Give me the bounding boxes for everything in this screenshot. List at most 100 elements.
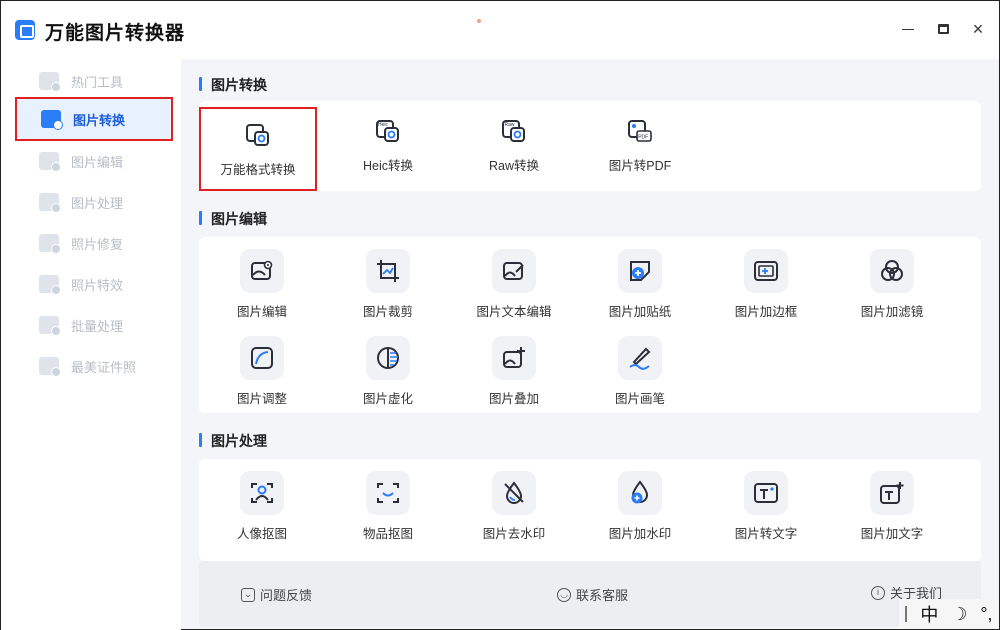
raw-convert-icon: Raw bbox=[498, 115, 530, 147]
sidebar-item-label: 图片转换 bbox=[73, 112, 126, 128]
tool-label: 图片转文字 bbox=[734, 527, 798, 541]
universal-convert-icon bbox=[242, 119, 274, 151]
tool-filter[interactable]: 图片加滤镜 bbox=[829, 249, 955, 329]
image-edit-icon bbox=[39, 152, 61, 172]
remove-watermark-icon bbox=[492, 471, 536, 515]
tool-text-edit[interactable]: 图片文本编辑 bbox=[451, 249, 577, 329]
sidebar-item-image-convert[interactable]: 图片转换 bbox=[15, 97, 173, 141]
id-photo-icon bbox=[39, 357, 61, 377]
sidebar-item-label: 照片特效 bbox=[71, 277, 124, 293]
svg-text:PDF: PDF bbox=[638, 135, 648, 141]
tool-portrait-cutout[interactable]: 人像抠图 bbox=[199, 471, 325, 551]
moon-icon[interactable]: ☽ bbox=[951, 604, 967, 625]
tool-label: 图片画笔 bbox=[614, 392, 665, 406]
support-icon: ◡ bbox=[557, 587, 571, 602]
tool-image-to-pdf[interactable]: PDF 图片转PDF bbox=[577, 115, 703, 195]
heic-convert-icon: Heic bbox=[372, 115, 404, 147]
decorative-dot bbox=[477, 19, 481, 23]
title-bar: 万能图片转换器 × bbox=[1, 1, 1000, 59]
sidebar-item-photo-effects[interactable]: 照片特效 bbox=[15, 262, 173, 306]
tool-sticker[interactable]: 图片加贴纸 bbox=[577, 249, 703, 329]
sidebar-item-id-photo[interactable]: 最美证件照 bbox=[15, 344, 173, 388]
support-link[interactable]: ◡ 联系客服 bbox=[557, 585, 628, 604]
photo-effect-icon bbox=[39, 275, 61, 295]
tool-overlay[interactable]: 图片叠加 bbox=[451, 336, 577, 416]
ime-language-toggle[interactable]: 中 bbox=[920, 601, 938, 627]
sidebar-item-batch[interactable]: 批量处理 bbox=[15, 303, 173, 347]
tool-label: 图片文本编辑 bbox=[476, 305, 552, 319]
app-title: 万能图片转换器 bbox=[45, 23, 186, 44]
footer-bar: ⌄ 问题反馈 ◡ 联系客服 i 关于我们 bbox=[199, 561, 981, 627]
blur-icon bbox=[366, 336, 410, 380]
ime-handle[interactable] bbox=[905, 606, 908, 622]
feedback-link[interactable]: ⌄ 问题反馈 bbox=[241, 585, 312, 604]
svg-text:Heic: Heic bbox=[378, 122, 389, 128]
tool-universal-convert[interactable]: 万能格式转换 bbox=[199, 107, 317, 191]
tool-label: 图片叠加 bbox=[488, 392, 539, 406]
svg-text:Raw: Raw bbox=[505, 122, 515, 128]
sidebar-item-label: 图片编辑 bbox=[71, 154, 124, 170]
tool-add-text[interactable]: 图片加文字 bbox=[829, 471, 955, 551]
process-card: 人像抠图 物品抠图 图片去水印 图片加水印 图片转文字 图片加文字 bbox=[199, 459, 981, 561]
minimize-icon bbox=[902, 29, 914, 30]
tool-border[interactable]: 图片加边框 bbox=[703, 249, 829, 329]
tool-label: 人像抠图 bbox=[236, 527, 287, 541]
tool-label: 物品抠图 bbox=[362, 527, 413, 541]
sidebar-item-image-process[interactable]: 图片处理 bbox=[15, 180, 173, 224]
grid-icon bbox=[39, 72, 61, 92]
tool-adjust[interactable]: 图片调整 bbox=[199, 336, 325, 416]
convert-card: 万能格式转换 Heic Heic转换 Raw Raw转换 PDF 图片转PDF bbox=[199, 101, 981, 191]
sidebar-item-label: 最美证件照 bbox=[71, 359, 137, 375]
edit-card: 图片编辑 图片裁剪 图片文本编辑 图片加贴纸 图片加边框 图片加滤镜 图片调整 … bbox=[199, 237, 981, 413]
tool-remove-watermark[interactable]: 图片去水印 bbox=[451, 471, 577, 551]
tool-label: 图片加边框 bbox=[734, 305, 798, 319]
tool-image-to-text[interactable]: 图片转文字 bbox=[703, 471, 829, 551]
tool-heic-convert[interactable]: Heic Heic转换 bbox=[325, 115, 451, 195]
support-label: 联系客服 bbox=[576, 588, 629, 603]
section-title-process: 图片处理 bbox=[199, 431, 267, 451]
maximize-button[interactable] bbox=[931, 19, 955, 39]
minimize-button[interactable] bbox=[896, 19, 920, 39]
ime-toolbar: 中 ☽ °, bbox=[899, 599, 999, 629]
tool-object-cutout[interactable]: 物品抠图 bbox=[325, 471, 451, 551]
portrait-cutout-icon bbox=[240, 471, 284, 515]
sidebar-item-label: 图片处理 bbox=[71, 195, 124, 211]
tool-add-watermark[interactable]: 图片加水印 bbox=[577, 471, 703, 551]
sidebar-item-label: 批量处理 bbox=[71, 318, 124, 334]
main-panel: 图片转换 万能格式转换 Heic Heic转换 Raw Raw转换 PDF 图片… bbox=[181, 59, 999, 629]
filter-icon bbox=[870, 249, 914, 293]
app-logo-icon bbox=[15, 20, 35, 40]
tool-label: Heic转换 bbox=[362, 159, 413, 173]
info-icon: i bbox=[871, 585, 885, 600]
object-cutout-icon bbox=[366, 471, 410, 515]
image-settings-icon bbox=[240, 249, 284, 293]
tool-brush[interactable]: 图片画笔 bbox=[577, 336, 703, 416]
feedback-icon: ⌄ bbox=[241, 587, 255, 602]
maximize-icon bbox=[937, 24, 949, 34]
image-to-text-icon bbox=[744, 471, 788, 515]
tool-image-edit[interactable]: 图片编辑 bbox=[199, 249, 325, 329]
image-process-icon bbox=[39, 193, 61, 213]
close-button[interactable]: × bbox=[966, 19, 990, 39]
sidebar-item-photo-repair[interactable]: 照片修复 bbox=[15, 221, 173, 265]
overlay-icon bbox=[492, 336, 536, 380]
tool-label: 图片调整 bbox=[236, 392, 287, 406]
sidebar: 热门工具 图片转换 图片编辑 图片处理 照片修复 照片特效 批量处理 最美证件照 bbox=[1, 59, 181, 630]
sidebar-item-image-edit[interactable]: 图片编辑 bbox=[15, 139, 173, 183]
image-to-pdf-icon: PDF bbox=[624, 115, 656, 147]
tool-label: 图片加贴纸 bbox=[608, 305, 672, 319]
punctuation-toggle[interactable]: °, bbox=[980, 604, 992, 625]
sidebar-item-label: 照片修复 bbox=[71, 236, 124, 252]
tool-blur[interactable]: 图片虚化 bbox=[325, 336, 451, 416]
tool-crop[interactable]: 图片裁剪 bbox=[325, 249, 451, 329]
border-icon bbox=[744, 249, 788, 293]
tool-raw-convert[interactable]: Raw Raw转换 bbox=[451, 115, 577, 195]
batch-icon bbox=[39, 316, 61, 336]
tool-label: Raw转换 bbox=[488, 159, 539, 173]
tool-label: 图片去水印 bbox=[482, 527, 546, 541]
tool-label: 图片虚化 bbox=[362, 392, 413, 406]
feedback-label: 问题反馈 bbox=[260, 588, 313, 603]
add-text-icon bbox=[870, 471, 914, 515]
sticker-icon bbox=[618, 249, 662, 293]
tool-label: 图片加文字 bbox=[860, 527, 924, 541]
